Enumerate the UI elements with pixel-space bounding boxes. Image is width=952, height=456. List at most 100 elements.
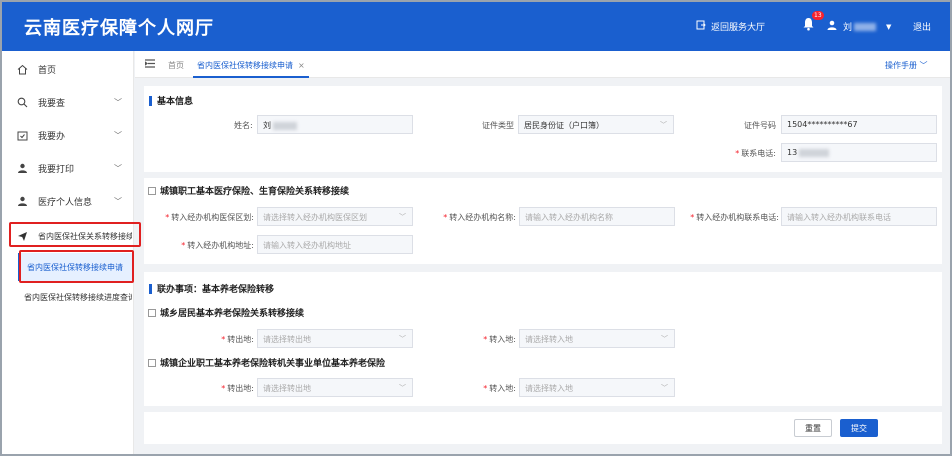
handle-icon	[16, 129, 28, 141]
out-place-select[interactable]: 请选择转出地 ﹀	[257, 329, 413, 348]
return-hall-label: 返回服务大厅	[711, 23, 766, 33]
chevron-down-icon: ﹀	[114, 163, 122, 173]
agency-address-label: * 转入经办机构地址:	[181, 241, 254, 250]
name-label: 姓名:	[234, 121, 253, 130]
chevron-down-icon: ﹀	[399, 384, 406, 392]
in-place-label-text: 转入地:	[489, 384, 516, 393]
chevron-down-icon: ﹀	[114, 97, 122, 107]
agency-phone-label-text: 转入经办机构联系电话:	[696, 213, 779, 222]
tab-label: 省内医保社保转移接续申请	[197, 61, 293, 70]
placeholder: 请选择转出地	[263, 335, 311, 344]
sidebar-item-label: 我要查	[38, 98, 66, 109]
tab-home[interactable]: 首页	[168, 60, 184, 71]
menu-toggle-icon[interactable]	[144, 59, 155, 71]
actions-panel: 重置 提交	[144, 412, 942, 444]
agency-address-input[interactable]: 请输入转入经办机构地址	[257, 235, 413, 254]
sidebar-item-label: 首页	[38, 65, 57, 76]
id-number-field: 1504**********67	[781, 115, 937, 134]
id-type-value: 居民身份证（户口簿）	[524, 121, 604, 130]
id-type-select[interactable]: 居民身份证（户口簿） ﹀	[518, 115, 674, 134]
sidebar-item-label: 我要打印	[38, 164, 75, 175]
sidebar-item-label: 医疗个人信息	[38, 197, 93, 208]
phone-field[interactable]: 13	[781, 143, 937, 162]
placeholder: 请选择转入地	[525, 335, 573, 344]
agency-area-select[interactable]: 请选择转入经办机构医保区划 ﹀	[257, 207, 413, 226]
sidebar-item-query[interactable]: 我要查 ﹀	[2, 86, 134, 118]
bell-icon	[802, 17, 815, 34]
person-icon	[16, 195, 28, 207]
id-number-value: 1504**********67	[787, 120, 858, 129]
agency-phone-input[interactable]: 请输入转入经办机构联系电话	[781, 207, 937, 226]
top-header: 云南医疗保障个人网厅 返回服务大厅 13 刘 ▼ 退出	[2, 2, 950, 51]
redaction	[799, 148, 830, 157]
sidebar-item-home[interactable]: 首页	[2, 53, 134, 85]
close-icon[interactable]: ×	[298, 61, 305, 70]
app-window: 云南医疗保障个人网厅 返回服务大厅 13 刘 ▼ 退出 首页 我要查 ﹀ 我要办…	[0, 0, 952, 456]
agency-name-label: * 转入经办机构名称:	[443, 213, 516, 222]
out-place-label-text: 转出地:	[227, 384, 254, 393]
section-bar	[149, 283, 152, 294]
out-place-label: * 转出地:	[221, 384, 254, 393]
chevron-down-icon: ﹀	[399, 213, 406, 221]
id-type-label: 证件类型	[482, 121, 514, 130]
agency-name-label-text: 转入经办机构名称:	[449, 213, 516, 222]
reset-button[interactable]: 重置	[794, 419, 832, 437]
enterprise-pension-checkbox[interactable]: 城镇企业职工基本养老保险转机关事业单位基本养老保险	[148, 356, 385, 369]
sidebar-item-personal-info[interactable]: 医疗个人信息 ﹀	[2, 185, 134, 217]
chevron-down-icon: ﹀	[399, 335, 406, 343]
agency-name-input[interactable]: 请输入转入经办机构名称	[519, 207, 675, 226]
in-place-select[interactable]: 请选择转入地 ﹀	[519, 378, 675, 397]
sidebar: 首页 我要查 ﹀ 我要办 ﹀ 我要打印 ﹀ 医疗个人信息 ﹀ 省内医保社保关系转…	[2, 51, 141, 454]
in-place-label: * 转入地:	[483, 384, 516, 393]
operation-manual-dropdown[interactable]: 操作手册 ﹀	[885, 60, 928, 71]
return-hall-link[interactable]: 返回服务大厅	[696, 20, 765, 33]
placeholder: 请选择转出地	[263, 384, 311, 393]
linked-matters-panel: 联办事项：基本养老保险转移 城乡居民基本养老保险关系转移接续 * 转出地: 请选择…	[144, 272, 942, 406]
chevron-down-icon: ▼	[886, 22, 892, 31]
checkbox[interactable]	[148, 186, 156, 195]
highlight-box	[9, 222, 141, 247]
out-place-select[interactable]: 请选择转出地 ﹀	[257, 378, 413, 397]
notification-button[interactable]: 13	[802, 11, 824, 34]
sidebar-item-print[interactable]: 我要打印 ﹀	[2, 152, 134, 184]
phone-label-text: 联系电话:	[741, 149, 776, 158]
chevron-down-icon: ﹀	[114, 196, 122, 206]
employee-insurance-checkbox[interactable]: 城镇职工基本医疗保险、生育保险关系转移接续	[148, 184, 349, 197]
sidebar-subitem-label: 省内医保社保转移接续进度查询	[24, 292, 132, 302]
rural-pension-checkbox[interactable]: 城乡居民基本养老保险关系转移接续	[148, 306, 304, 319]
home-icon	[16, 63, 28, 75]
placeholder: 请输入转入经办机构名称	[525, 213, 613, 222]
employee-insurance-panel: 城镇职工基本医疗保险、生育保险关系转移接续 * 转入经办机构医保区划: 请选择转入…	[144, 178, 942, 264]
section-title: 联办事项：基本养老保险转移	[149, 282, 274, 295]
chevron-down-icon: ﹀	[660, 121, 667, 129]
checkbox[interactable]	[148, 358, 156, 367]
sidebar-subitem-progress[interactable]: 省内医保社保转移接续进度查询	[24, 283, 132, 311]
submit-button[interactable]: 提交	[840, 419, 878, 437]
placeholder: 请选择转入经办机构医保区划	[263, 213, 367, 222]
name-field: 刘	[257, 115, 413, 134]
chevron-down-icon: ﹀	[661, 384, 668, 392]
tab-transfer-apply[interactable]: 省内医保社保转移接续申请 ×	[193, 51, 309, 78]
user-name: 刘	[843, 23, 853, 33]
logout-button[interactable]: 退出	[913, 20, 931, 33]
placeholder: 请选择转入地	[525, 384, 573, 393]
user-icon	[827, 20, 837, 33]
notification-badge: 13	[812, 11, 824, 20]
printer-icon	[16, 162, 28, 174]
in-place-select[interactable]: 请选择转入地 ﹀	[519, 329, 675, 348]
section-title-text: 基本信息	[157, 97, 194, 107]
exit-box-icon	[696, 20, 706, 33]
tab-bar: 首页 省内医保社保转移接续申请 × 操作手册 ﹀	[135, 51, 950, 78]
chevron-down-icon: ﹀	[919, 61, 928, 70]
section-title: 基本信息	[149, 94, 193, 107]
name-value: 刘	[263, 121, 271, 130]
checkbox[interactable]	[148, 308, 156, 317]
in-place-label: * 转入地:	[483, 335, 516, 344]
id-number-label: 证件号码	[744, 121, 776, 130]
user-menu[interactable]: 刘 ▼	[827, 20, 891, 33]
phone-value: 13	[787, 148, 798, 157]
phone-label: * 联系电话:	[735, 149, 776, 158]
sidebar-item-label: 我要办	[38, 131, 66, 142]
sidebar-item-handle[interactable]: 我要办 ﹀	[2, 119, 134, 151]
user-name-redaction	[854, 22, 877, 31]
